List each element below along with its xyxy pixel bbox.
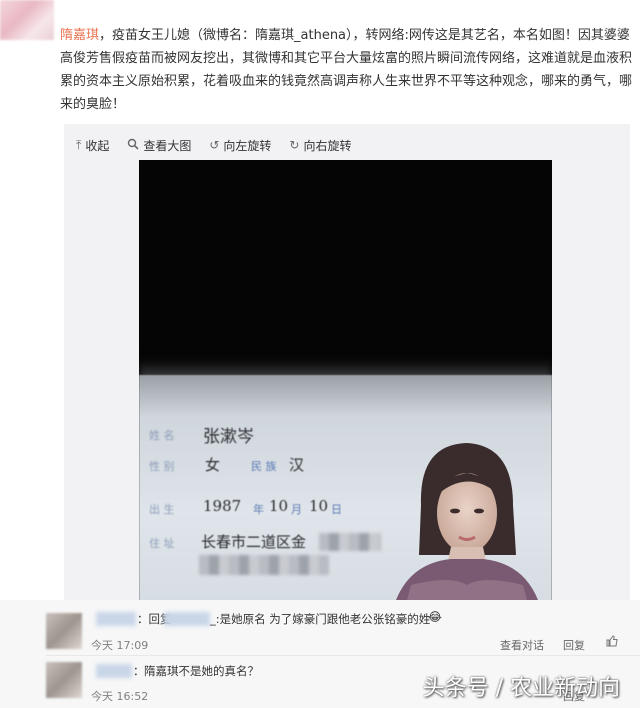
id-birth-year: 1987 <box>203 497 242 515</box>
id-sex-field-label: 性 别 <box>149 460 175 473</box>
rotate-left-button[interactable]: ↺ 向左旋转 <box>209 134 271 156</box>
id-name-value: 张漱岑 <box>203 427 254 447</box>
comment-prefix: ： <box>133 664 145 678</box>
commenter-avatar[interactable] <box>46 662 82 698</box>
rotate-left-label: 向左旋转 <box>223 138 272 153</box>
id-address-field-label: 住 址 <box>149 537 175 550</box>
id-day-char: 日 <box>331 503 342 516</box>
rotate-right-icon: ↻ <box>289 138 300 152</box>
address-mosaic-2 <box>199 555 329 575</box>
watermark: 头条号 / 农业新动向 <box>422 676 620 701</box>
comment-text: 隋嘉琪不是她的真名？ <box>144 664 259 678</box>
poster-avatar[interactable] <box>0 0 54 40</box>
id-sex-value: 女 <box>205 456 221 474</box>
id-card-photo[interactable]: 姓 名 张漱岑 性 别 女 民 族 汉 出 生 1987 年 10 月 10 日… <box>139 160 552 600</box>
commenter-name-blurred[interactable] <box>96 664 132 678</box>
comment-text: _:是她原名 为了嫁豪门跟他老公张铭豪的姓 <box>210 612 431 626</box>
rotate-right-label: 向右旋转 <box>303 138 352 153</box>
id-year-char: 年 <box>253 503 264 516</box>
rotate-left-icon: ↺ <box>209 138 220 152</box>
reply-link[interactable]: 回复 <box>563 637 585 653</box>
laughing-emoji-icon: 😂 <box>428 610 443 624</box>
comment-divider <box>46 655 640 656</box>
reply-target-blurred[interactable] <box>164 612 210 626</box>
id-ethnicity-value: 汉 <box>289 456 305 474</box>
commenter-avatar[interactable] <box>46 613 82 649</box>
id-birth-field-label: 出 生 <box>149 503 175 516</box>
post-body: 隋嘉琪，疫苗女王儿媳（微博名：隋嘉琪_athena），转网络:网传这是其艺名，本… <box>60 24 632 116</box>
rotate-right-button[interactable]: ↻ 向右旋转 <box>289 134 351 156</box>
id-ethnicity-label: 民 族 <box>251 460 277 473</box>
id-birth-day: 10 <box>309 497 329 515</box>
comment-timestamp: 今天 17:09 <box>91 639 149 652</box>
address-mosaic-1 <box>319 533 381 551</box>
collapse-label: 收起 <box>85 138 110 153</box>
id-portrait <box>396 443 538 600</box>
view-large-button[interactable]: 查看大图 <box>127 134 191 156</box>
id-month-char: 月 <box>291 503 302 516</box>
collapse-icon: ⤒ <box>76 137 82 152</box>
id-name-field-label: 姓 名 <box>149 429 175 442</box>
view-conversation-link[interactable]: 查看对话 <box>500 637 544 653</box>
commenter-name-blurred[interactable] <box>96 612 136 626</box>
id-birth-month: 10 <box>269 497 289 515</box>
magnifier-icon <box>127 138 139 153</box>
image-toolbar: ⤒ 收起 查看大图 ↺ 向左旋转 ↻ 向右旋转 <box>76 134 352 156</box>
id-address-value: 长春市二道区金 <box>201 533 307 551</box>
collapse-button[interactable]: ⤒ 收起 <box>76 134 109 156</box>
post-author-link[interactable]: 隋嘉琪 <box>60 28 99 43</box>
post-text: ，疫苗女王儿媳（微博名：隋嘉琪_athena），转网络:网传这是其艺名，本名如图… <box>60 28 633 112</box>
thumbs-up-icon[interactable] <box>606 635 618 650</box>
view-large-label: 查看大图 <box>143 138 192 153</box>
comment-timestamp: 今天 16:52 <box>91 690 149 703</box>
